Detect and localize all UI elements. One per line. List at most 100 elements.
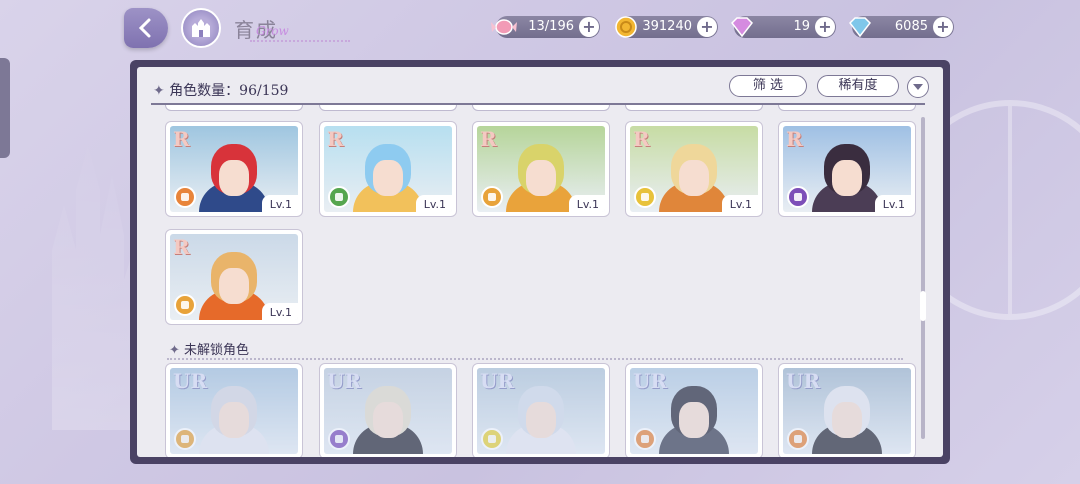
level-label: Lv.1: [874, 195, 911, 212]
character-portrait: R Lv.1: [170, 126, 298, 212]
element-icon: [328, 428, 350, 450]
character-portrait: UR: [477, 368, 605, 454]
character-outfit: [353, 424, 423, 454]
pink-gem-add-button[interactable]: +: [815, 17, 835, 37]
character-outfit: [812, 424, 882, 454]
element-icon: [328, 186, 350, 208]
locked-character-card[interactable]: UR: [319, 363, 457, 457]
character-portrait: UR: [783, 368, 911, 454]
character-portrait: UR: [170, 368, 298, 454]
element-icon: [174, 294, 196, 316]
character-portrait: UR: [630, 368, 758, 454]
blue-gem-icon: [849, 17, 871, 38]
pink-gem-value: 19: [793, 19, 810, 34]
character-card[interactable]: R Lv.1: [472, 121, 610, 217]
character-portrait: UR: [324, 368, 452, 454]
character-card[interactable]: R Lv.1: [778, 121, 916, 217]
element-icon: [634, 428, 656, 450]
character-panel-inner: ✦ 角色数量：96/159 筛 选 稀有度 R Lv.1 R Lv.1 R Lv.1 R Lv…: [137, 67, 943, 457]
castle-home-icon: [192, 19, 210, 37]
character-outfit: [199, 424, 269, 454]
character-face: [679, 160, 709, 196]
character-card[interactable]: R Lv.1: [625, 121, 763, 217]
scrollbar-thumb[interactable]: [920, 291, 926, 321]
element-icon: [481, 186, 503, 208]
coins-value: 391240: [642, 19, 692, 34]
title-script: Grow: [256, 24, 289, 38]
candy-value: 13/196: [528, 19, 574, 34]
character-portrait: R Lv.1: [324, 126, 452, 212]
locked-character-card[interactable]: UR: [625, 363, 763, 457]
rarity-badge: UR: [173, 369, 208, 393]
level-label: Lv.1: [261, 303, 298, 320]
resource-blue-gem: 6085 +: [849, 16, 954, 38]
element-icon: [634, 186, 656, 208]
locked-character-card[interactable]: UR: [778, 363, 916, 457]
filter-button[interactable]: 筛 选: [729, 75, 807, 97]
rarity-badge: UR: [786, 369, 821, 393]
coins-add-button[interactable]: +: [697, 17, 717, 37]
rarity-badge: R: [786, 127, 803, 151]
character-hair: [518, 386, 564, 436]
candy-icon: [491, 19, 517, 35]
back-arrow-icon: [138, 18, 151, 38]
card-previous-row: [778, 105, 916, 111]
card-previous-row: [319, 105, 457, 111]
candy-add-button[interactable]: +: [579, 17, 599, 37]
sort-order-button[interactable]: [907, 76, 929, 98]
title-decoration: Grow: [250, 24, 350, 42]
character-hair: [365, 386, 411, 436]
character-face: [373, 402, 403, 438]
level-label: Lv.1: [261, 195, 298, 212]
rarity-badge: R: [173, 235, 190, 259]
locked-section-label: 未解锁角色: [184, 343, 250, 358]
character-face: [373, 160, 403, 196]
card-previous-row: [472, 105, 610, 111]
rarity-badge: UR: [633, 369, 668, 393]
character-face: [219, 402, 249, 438]
level-label: Lv.1: [721, 195, 758, 212]
level-label: Lv.1: [415, 195, 452, 212]
character-face: [679, 402, 709, 438]
sparkle-icon: ✦: [169, 343, 180, 358]
scrollbar[interactable]: [920, 117, 926, 439]
card-previous-row: [165, 105, 303, 111]
character-face: [219, 160, 249, 196]
rarity-badge: R: [480, 127, 497, 151]
resource-bar: 13/196 + 391240 + 19 + 6085 +: [490, 16, 1080, 38]
character-count-text: 角色数量：96/159: [169, 83, 289, 99]
coin-icon: [615, 16, 637, 38]
locked-section-header: ✦ 未解锁角色: [169, 339, 249, 358]
character-portrait: R Lv.1: [477, 126, 605, 212]
resource-coins: 391240 +: [615, 16, 718, 38]
character-outfit: [506, 424, 576, 454]
side-drawer-handle[interactable]: [0, 58, 10, 158]
character-outfit: [659, 424, 729, 454]
character-face: [219, 268, 249, 304]
blue-gem-add-button[interactable]: +: [933, 17, 953, 37]
character-face: [832, 402, 862, 438]
rarity-badge: UR: [480, 369, 515, 393]
level-label: Lv.1: [568, 195, 605, 212]
character-card[interactable]: R Lv.1: [319, 121, 457, 217]
character-face: [832, 160, 862, 196]
character-card[interactable]: R Lv.1: [165, 121, 303, 217]
resource-candy: 13/196 +: [491, 16, 600, 38]
rarity-badge: UR: [327, 369, 362, 393]
pink-gem-icon: [731, 17, 753, 38]
character-portrait: R Lv.1: [170, 234, 298, 320]
character-count: ✦ 角色数量：96/159: [153, 80, 288, 100]
character-card[interactable]: R Lv.1: [165, 229, 303, 325]
rarity-badge: R: [173, 127, 190, 151]
home-button[interactable]: [181, 8, 221, 48]
rarity-sort-button[interactable]: 稀有度: [817, 75, 899, 97]
blue-gem-value: 6085: [894, 19, 928, 34]
character-hair: [671, 386, 717, 436]
locked-character-card[interactable]: UR: [472, 363, 610, 457]
character-face: [526, 402, 556, 438]
back-button[interactable]: [124, 8, 168, 48]
rarity-badge: R: [633, 127, 650, 151]
character-hair: [211, 386, 257, 436]
locked-character-card[interactable]: UR: [165, 363, 303, 457]
resource-pink-gem: 19 +: [731, 16, 836, 38]
